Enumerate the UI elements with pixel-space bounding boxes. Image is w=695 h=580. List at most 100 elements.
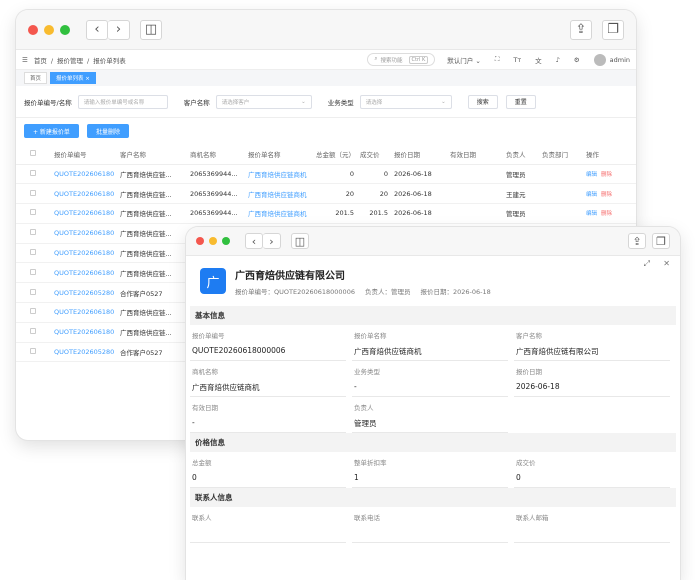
table-cell[interactable]: QUOTE202605280: [54, 342, 120, 363]
expand-icon[interactable]: ⤢: [644, 259, 650, 269]
table-cell: 2065369944...: [190, 203, 248, 224]
row-checkbox[interactable]: [30, 189, 36, 196]
table-cell[interactable]: QUOTE202606180: [54, 322, 120, 343]
table-cell[interactable]: QUOTE202606180: [54, 262, 120, 284]
row-checkbox[interactable]: [30, 288, 36, 295]
table-cell[interactable]: QUOTE202606180: [54, 243, 120, 264]
translate-icon[interactable]: 文: [535, 55, 542, 65]
filter-input[interactable]: 请选择 ⌄: [359, 94, 452, 109]
field-value: 0: [192, 473, 197, 482]
field-value: -: [192, 418, 195, 427]
table-row[interactable]: QUOTE202606180 广西育焙供应链... 2065369944... 广西育…: [16, 183, 636, 205]
detail-field: 联系人: [190, 507, 346, 543]
detail-field: 报价单编号 QUOTE20260618000006: [190, 325, 346, 361]
table-row[interactable]: QUOTE202606180 广西育焙供应链... 2065369944... 广西育…: [16, 203, 636, 224]
row-checkbox[interactable]: [30, 268, 36, 275]
field-label: 成交价: [516, 459, 536, 467]
delete-link[interactable]: 删除: [601, 192, 612, 198]
table-cell: 广西育焙供应链...: [120, 262, 190, 284]
menu-icon[interactable]: ☰: [22, 56, 28, 64]
table-cell[interactable]: QUOTE202605280: [54, 282, 120, 304]
crumb-sep: /: [87, 56, 90, 65]
table-cell: 合作客户0527: [120, 282, 190, 304]
sidebar-icon[interactable]: ◫: [291, 233, 309, 249]
search-button[interactable]: 搜索: [467, 94, 498, 109]
table-cell: 广西育焙供应链...: [120, 302, 190, 323]
row-checkbox[interactable]: [30, 229, 36, 236]
search-pill[interactable]: ⌕ 搜索功能 Ctrl K: [367, 53, 436, 66]
row-checkbox[interactable]: [30, 308, 36, 315]
detail-field: 成交价 0: [514, 452, 670, 488]
portal-select[interactable]: 默认门户 ⌄: [447, 55, 481, 65]
page-tab[interactable]: 首页: [24, 72, 48, 84]
table-cell[interactable]: 广西育焙供应链商机: [248, 164, 316, 185]
delete-link[interactable]: 删除: [601, 211, 612, 217]
field-label: 联系电话: [354, 514, 380, 522]
maximize-dot[interactable]: [60, 24, 70, 35]
table-cell[interactable]: QUOTE202606180: [54, 164, 120, 185]
font-size-icon[interactable]: Tт: [513, 56, 521, 64]
table-cell: 0: [360, 164, 394, 185]
table-row[interactable]: QUOTE202606180 广西育焙供应链... 2065369944... 广西育…: [16, 164, 636, 185]
sidebar-icon[interactable]: ◫: [140, 19, 162, 40]
crumb-item[interactable]: 报价管理: [57, 57, 83, 65]
action-bar: + 新建报价单 批量删除: [16, 118, 636, 144]
tabs-icon[interactable]: ❐: [602, 19, 624, 40]
section-title: 联系人信息: [190, 488, 676, 507]
row-checkbox[interactable]: [30, 209, 36, 216]
table-cell[interactable]: QUOTE202606180: [54, 183, 120, 205]
share-icon[interactable]: ⇪: [570, 19, 592, 40]
table-cell: 王建元: [506, 183, 542, 205]
gear-icon[interactable]: ⚙: [574, 56, 580, 64]
page-tab[interactable]: 报价单列表 ×: [50, 72, 96, 84]
minimize-dot[interactable]: [209, 237, 217, 245]
field-value: 1: [354, 473, 359, 482]
back-icon[interactable]: ‹: [245, 233, 263, 249]
column-header: 报价日期: [394, 144, 450, 165]
new-quote-button[interactable]: + 新建报价单: [24, 124, 79, 138]
row-select-cell: [16, 203, 54, 224]
row-checkbox[interactable]: [30, 348, 36, 355]
table-cell: 广西育焙供应链...: [120, 243, 190, 264]
section-title: 价格信息: [190, 433, 676, 452]
table-cell[interactable]: QUOTE202606180: [54, 302, 120, 323]
detail-field: 报价单名称 广西育焙供应链商机: [352, 325, 508, 361]
edit-link[interactable]: 编辑: [586, 192, 597, 198]
row-checkbox[interactable]: [30, 249, 36, 256]
filter-input[interactable]: 请输入报价单编号或名称: [77, 94, 168, 109]
fullscreen-icon[interactable]: ⛶: [495, 55, 500, 64]
tabs-icon[interactable]: ❐: [652, 233, 670, 249]
table-cell: 2026-06-18: [394, 203, 450, 224]
table-cell[interactable]: 广西育焙供应链商机: [248, 183, 316, 205]
field-label: 商机名称: [192, 368, 218, 376]
detail-field: 联系人邮箱: [514, 507, 670, 543]
reset-button[interactable]: 重置: [505, 94, 536, 109]
table-cell: 广西育焙供应链...: [120, 203, 190, 224]
share-icon[interactable]: ⇪: [628, 233, 646, 249]
crumb-item[interactable]: 首页: [34, 57, 47, 65]
table-cell[interactable]: QUOTE202606180: [54, 203, 120, 224]
edit-link[interactable]: 编辑: [586, 211, 597, 217]
select-all-checkbox[interactable]: [30, 149, 36, 156]
close-dot[interactable]: [196, 237, 204, 245]
table-cell[interactable]: 广西育焙供应链商机: [248, 203, 316, 224]
crumb-item[interactable]: 报价单列表: [93, 57, 126, 65]
bell-icon[interactable]: ♪: [556, 56, 560, 64]
back-icon[interactable]: ‹: [86, 19, 108, 40]
user-menu[interactable]: admin: [593, 53, 630, 66]
table-cell[interactable]: QUOTE202606180: [54, 223, 120, 244]
delete-link[interactable]: 删除: [601, 172, 612, 178]
maximize-dot[interactable]: [222, 237, 230, 245]
close-dot[interactable]: [28, 24, 38, 35]
forward-icon[interactable]: ›: [263, 233, 281, 249]
edit-link[interactable]: 编辑: [586, 172, 597, 178]
close-icon[interactable]: ✕: [663, 259, 670, 268]
row-select-cell: [16, 282, 54, 304]
app-header: ☰ 首页 / 报价管理 / 报价单列表 ⌕ 搜索功能 Ctrl K 默认门户 ⌄ ⛶ Tт …: [16, 50, 636, 70]
row-checkbox[interactable]: [30, 169, 36, 176]
minimize-dot[interactable]: [44, 24, 54, 35]
forward-icon[interactable]: ›: [108, 19, 130, 40]
batch-delete-button[interactable]: 批量删除: [86, 124, 129, 138]
filter-input[interactable]: 请选择客户 ⌄: [215, 94, 312, 109]
row-checkbox[interactable]: [30, 328, 36, 335]
